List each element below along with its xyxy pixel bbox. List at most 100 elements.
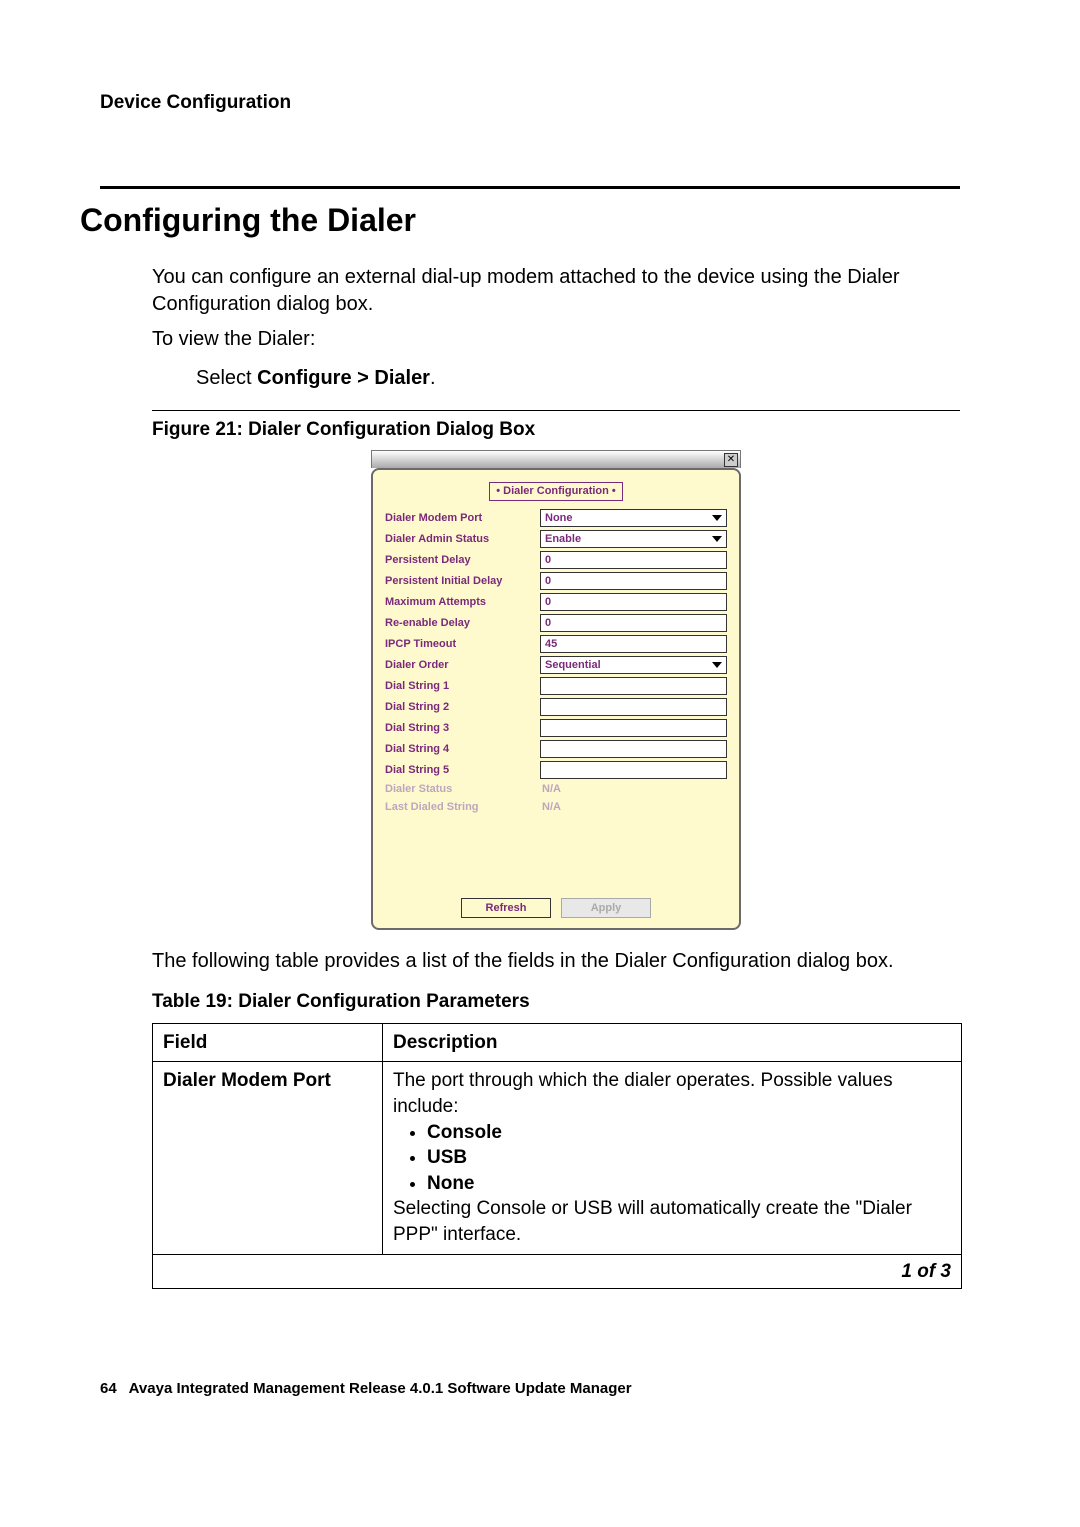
dialer-config-dialog: ✕ • Dialer Configuration • Dialer Modem … — [371, 450, 741, 930]
select-admin-status[interactable]: Enable — [540, 530, 727, 548]
label-ds5: Dial String 5 — [385, 763, 540, 778]
chevron-down-icon — [712, 662, 722, 668]
section-rule — [100, 186, 960, 189]
row-max-attempts: Maximum Attempts — [385, 593, 727, 611]
input-ds3-field[interactable] — [545, 722, 722, 734]
bullet-item: Console — [427, 1120, 951, 1146]
step-suffix: . — [430, 367, 436, 389]
row-ipcp-timeout: IPCP Timeout — [385, 635, 727, 653]
select-modem-port-value: None — [545, 511, 573, 526]
row-modem-port: Dialer Modem Port None — [385, 509, 727, 527]
table-header-row: Field Description — [153, 1023, 962, 1062]
input-persistent-initial[interactable] — [540, 572, 727, 590]
dialog-body: • Dialer Configuration • Dialer Modem Po… — [371, 468, 741, 930]
doc-title: Avaya Integrated Management Release 4.0.… — [129, 1380, 632, 1397]
label-modem-port: Dialer Modem Port — [385, 511, 540, 526]
input-ds4[interactable] — [540, 740, 727, 758]
dialog-figure: ✕ • Dialer Configuration • Dialer Modem … — [152, 450, 960, 930]
bullet-item: USB — [427, 1145, 951, 1171]
refresh-button[interactable]: Refresh — [461, 898, 551, 918]
table-title: Table 19: Dialer Configuration Parameter… — [152, 989, 960, 1015]
th-field: Field — [153, 1023, 383, 1062]
label-dialer-status: Dialer Status — [385, 782, 540, 797]
dialog-titlebar: ✕ — [371, 450, 741, 468]
select-admin-status-value: Enable — [545, 532, 581, 547]
row-reenable-delay: Re-enable Delay — [385, 614, 727, 632]
input-persistent-delay[interactable] — [540, 551, 727, 569]
input-ds2[interactable] — [540, 698, 727, 716]
step-path: Configure > Dialer — [257, 367, 430, 389]
input-max-attempts[interactable] — [540, 593, 727, 611]
value-dialer-status: N/A — [540, 782, 727, 797]
label-reenable-delay: Re-enable Delay — [385, 616, 540, 631]
input-reenable-delay-field[interactable] — [545, 617, 722, 629]
row-ds3: Dial String 3 — [385, 719, 727, 737]
bullet-item: None — [427, 1171, 951, 1197]
input-ds2-field[interactable] — [545, 701, 722, 713]
label-dialer-order: Dialer Order — [385, 658, 540, 673]
to-view-text: To view the Dialer: — [152, 326, 960, 353]
select-dialer-order-value: Sequential — [545, 658, 601, 673]
page-footer: 64 Avaya Integrated Management Release 4… — [100, 1379, 960, 1399]
input-ds3[interactable] — [540, 719, 727, 737]
input-ds5-field[interactable] — [545, 764, 722, 776]
step-text: Select Configure > Dialer. — [196, 365, 960, 392]
page-title: Configuring the Dialer — [80, 199, 960, 242]
input-ipcp-timeout-field[interactable] — [545, 638, 722, 650]
label-persistent-delay: Persistent Delay — [385, 553, 540, 568]
input-ds5[interactable] — [540, 761, 727, 779]
chevron-down-icon — [712, 515, 722, 521]
input-ds4-field[interactable] — [545, 743, 722, 755]
input-ds1-field[interactable] — [545, 680, 722, 692]
close-icon[interactable]: ✕ — [724, 453, 738, 467]
label-ds2: Dial String 2 — [385, 700, 540, 715]
label-max-attempts: Maximum Attempts — [385, 595, 540, 610]
row-last-dialed: Last Dialed String N/A — [385, 800, 727, 815]
input-reenable-delay[interactable] — [540, 614, 727, 632]
desc-pre: The port through which the dialer operat… — [393, 1070, 893, 1117]
label-persistent-initial: Persistent Initial Delay — [385, 574, 540, 589]
input-max-attempts-field[interactable] — [545, 596, 722, 608]
figure-caption: Figure 21: Dialer Configuration Dialog B… — [152, 417, 960, 443]
row-dialer-status: Dialer Status N/A — [385, 782, 727, 797]
row-ds5: Dial String 5 — [385, 761, 727, 779]
dialog-tab-label: • Dialer Configuration • — [489, 482, 623, 501]
row-dialer-order: Dialer Order Sequential — [385, 656, 727, 674]
label-admin-status: Dialer Admin Status — [385, 532, 540, 547]
intro-text: You can configure an external dial-up mo… — [152, 264, 960, 318]
label-ds4: Dial String 4 — [385, 742, 540, 757]
select-modem-port[interactable]: None — [540, 509, 727, 527]
row-admin-status: Dialer Admin Status Enable — [385, 530, 727, 548]
input-ds1[interactable] — [540, 677, 727, 695]
figure-rule — [152, 410, 960, 411]
table-pager: 1 of 3 — [153, 1254, 962, 1289]
row-ds4: Dial String 4 — [385, 740, 727, 758]
input-persistent-delay-field[interactable] — [545, 554, 722, 566]
desc-post: Selecting Console or USB will automatica… — [393, 1198, 912, 1245]
dialog-tab: • Dialer Configuration • — [385, 482, 727, 501]
value-last-dialed: N/A — [540, 800, 727, 815]
label-ds1: Dial String 1 — [385, 679, 540, 694]
chevron-down-icon — [712, 536, 722, 542]
input-persistent-initial-field[interactable] — [545, 575, 722, 587]
apply-button[interactable]: Apply — [561, 898, 651, 918]
step-prefix: Select — [196, 367, 257, 389]
desc-bullets: Console USB None — [427, 1120, 951, 1197]
parameters-table: Field Description Dialer Modem Port The … — [152, 1023, 962, 1290]
table-row: Dialer Modem Port The port through which… — [153, 1062, 962, 1254]
select-dialer-order[interactable]: Sequential — [540, 656, 727, 674]
label-last-dialed: Last Dialed String — [385, 800, 540, 815]
dialog-footer: Refresh Apply — [385, 818, 727, 928]
page-number: 64 — [100, 1380, 117, 1397]
input-ipcp-timeout[interactable] — [540, 635, 727, 653]
row-ds2: Dial String 2 — [385, 698, 727, 716]
th-description: Description — [383, 1023, 962, 1062]
table-pager-row: 1 of 3 — [153, 1254, 962, 1289]
label-ipcp-timeout: IPCP Timeout — [385, 637, 540, 652]
label-ds3: Dial String 3 — [385, 721, 540, 736]
row-ds1: Dial String 1 — [385, 677, 727, 695]
table-intro: The following table provides a list of t… — [152, 948, 960, 975]
row-persistent-initial: Persistent Initial Delay — [385, 572, 727, 590]
cell-field-name: Dialer Modem Port — [153, 1062, 383, 1254]
row-persistent-delay: Persistent Delay — [385, 551, 727, 569]
